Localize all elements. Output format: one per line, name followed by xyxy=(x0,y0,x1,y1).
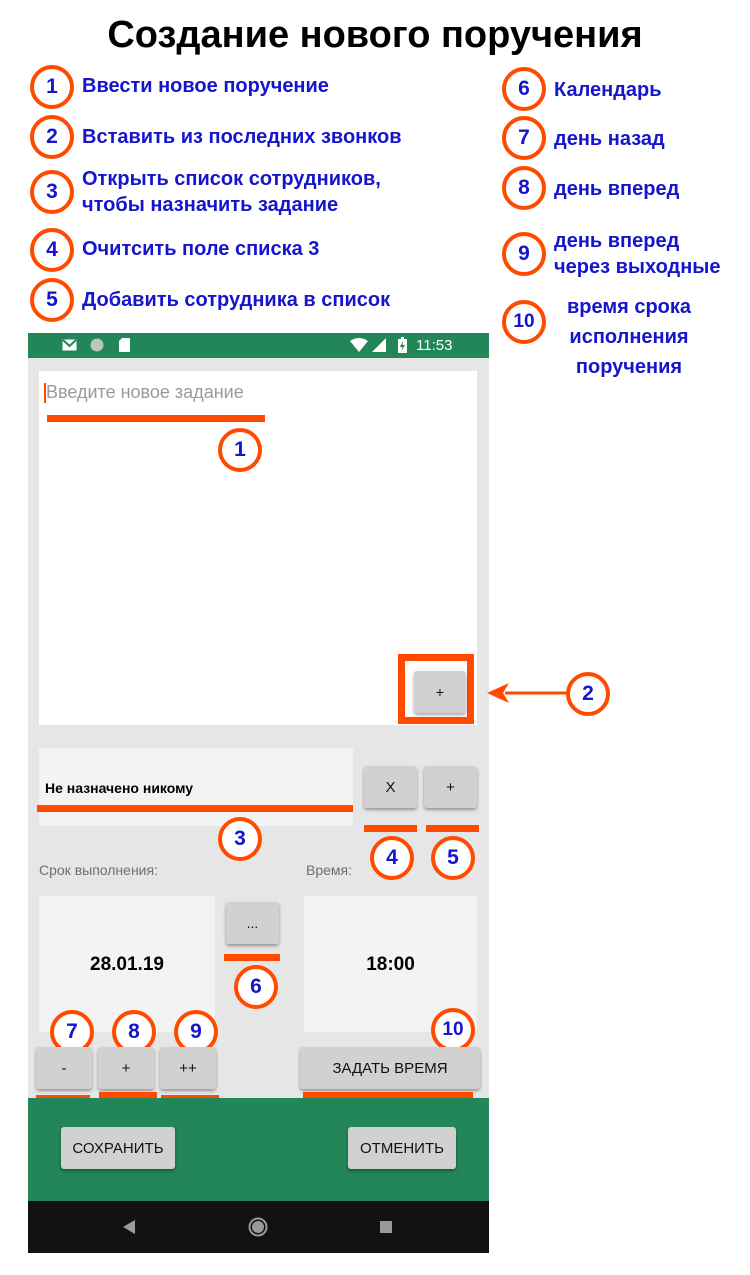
legend-badge-4: 4 xyxy=(30,228,74,272)
save-button[interactable]: СОХРАНИТЬ xyxy=(61,1127,175,1169)
assignee-text: Не назначено никому xyxy=(45,780,194,796)
legend-text-10: время срока исполнения поручения xyxy=(566,296,692,378)
annotation-badge-4: 4 xyxy=(370,836,414,880)
legend-text-8: день вперед xyxy=(554,178,680,200)
circle-icon xyxy=(90,338,104,352)
legend-badge-2: 2 xyxy=(30,115,74,159)
day-back-button[interactable]: - xyxy=(36,1047,92,1089)
back-icon[interactable] xyxy=(123,1220,135,1234)
annotation-bar-5 xyxy=(426,825,479,832)
assignee-field[interactable]: Не назначено никому xyxy=(39,748,353,826)
legend-text-6: Календарь xyxy=(554,79,662,101)
time-label: Время: xyxy=(306,862,353,878)
legend-text-3: Открыть список сотрудников, чтобы назнач… xyxy=(82,168,381,216)
day-forward-weekend-button[interactable]: ++ xyxy=(160,1047,216,1089)
annotation-bar-1 xyxy=(47,415,265,422)
legend-badge-9: 9 xyxy=(502,232,546,276)
signal-icon xyxy=(372,338,386,352)
legend-text-4: Очитсить поле списка 3 xyxy=(82,238,320,260)
legend-badge-7: 7 xyxy=(502,116,546,160)
recents-icon[interactable] xyxy=(380,1221,392,1233)
legend-text-9: день вперед через выходные xyxy=(554,230,721,278)
annotation-badge-5: 5 xyxy=(431,836,475,880)
phone-screen: 11:53 Введите новое задание 1 + Не назна… xyxy=(28,333,489,1253)
legend-badge-3: 3 xyxy=(30,170,74,214)
task-placeholder: Введите новое задание xyxy=(46,382,244,402)
annotation-bar-4 xyxy=(364,825,417,832)
calendar-button[interactable]: ... xyxy=(226,902,279,944)
legend-badge-1: 1 xyxy=(30,65,74,109)
legend-text-1: Ввести новое поручение xyxy=(82,75,329,97)
paste-from-calls-button[interactable]: + xyxy=(414,671,466,713)
add-employee-button[interactable]: + xyxy=(424,766,477,808)
status-time: 11:53 xyxy=(416,337,453,354)
annotation-badge-6: 6 xyxy=(234,965,278,1009)
annotation-arrow xyxy=(487,683,570,703)
home-icon[interactable] xyxy=(248,1217,268,1237)
legend-text-2: Вставить из последних звонков xyxy=(82,126,402,148)
annotation-bar-6 xyxy=(224,954,280,961)
sd-card-icon xyxy=(119,338,130,352)
annotation-badge-3: 3 xyxy=(218,817,262,861)
date-value: 28.01.19 xyxy=(90,954,164,975)
status-bar: 11:53 xyxy=(28,333,489,358)
wifi-icon xyxy=(350,338,368,352)
legend-badge-6: 6 xyxy=(502,67,546,111)
annotation-badge-1: 1 xyxy=(218,428,262,472)
legend-text-5: Добавить сотрудника в список xyxy=(82,289,391,311)
legend-badge-10: 10 xyxy=(502,300,546,344)
page-title: Создание нового поручения xyxy=(107,14,643,56)
annotation-bar-3 xyxy=(37,805,353,812)
cancel-button[interactable]: ОТМЕНИТЬ xyxy=(348,1127,456,1169)
android-nav-bar xyxy=(28,1201,489,1253)
legend-badge-8: 8 xyxy=(502,166,546,210)
day-forward-button[interactable]: + xyxy=(98,1047,154,1089)
set-time-button[interactable]: ЗАДАТЬ ВРЕМЯ xyxy=(300,1047,480,1089)
clear-assignee-button[interactable]: X xyxy=(364,766,417,808)
annotation-badge-10: 10 xyxy=(431,1008,475,1052)
gmail-icon xyxy=(62,339,77,351)
legend-text-7: день назад xyxy=(554,128,665,150)
action-bar: СОХРАНИТЬ ОТМЕНИТЬ xyxy=(28,1098,489,1201)
time-value: 18:00 xyxy=(366,954,415,975)
battery-icon xyxy=(398,337,407,353)
legend-badge-5: 5 xyxy=(30,278,74,322)
annotation-badge-2: 2 xyxy=(566,672,610,716)
deadline-label: Срок выполнения: xyxy=(39,862,158,878)
